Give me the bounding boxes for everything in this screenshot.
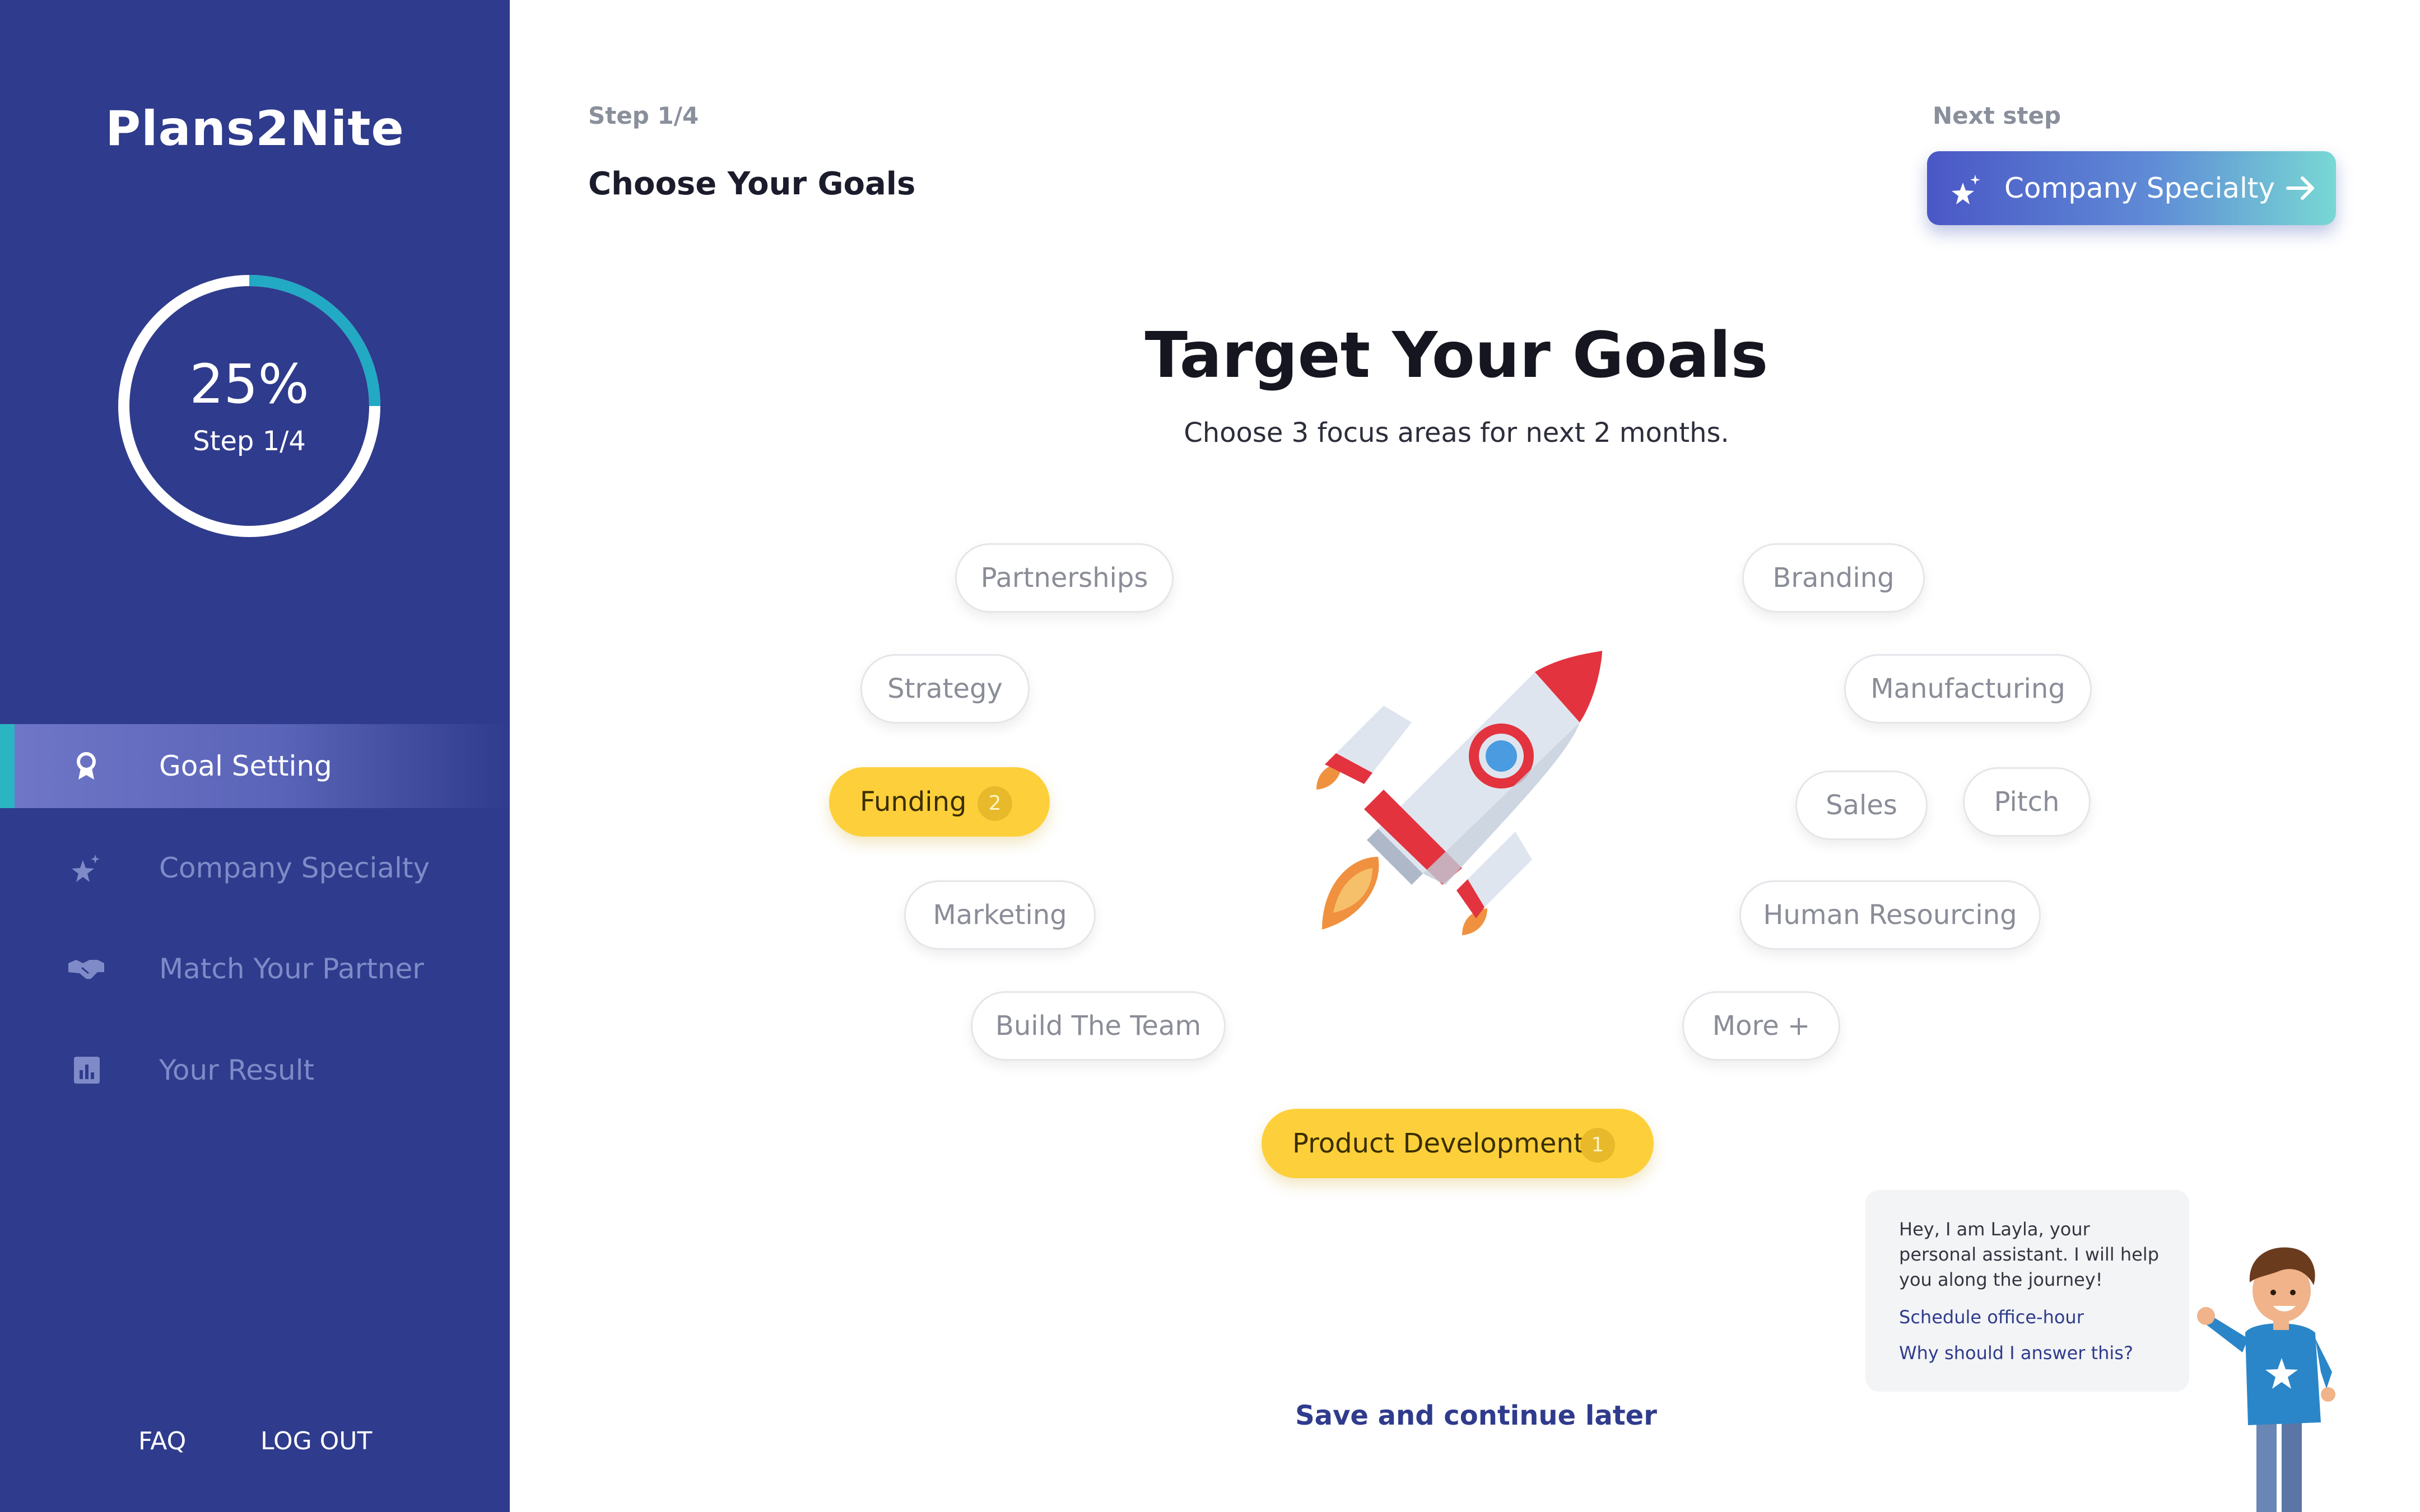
award-icon — [77, 752, 96, 780]
goal-chip-pitch[interactable]: Pitch — [1963, 767, 2091, 837]
goal-chip-manufacturing[interactable]: Manufacturing — [1844, 654, 2092, 724]
goal-chip-label: Build The Team — [995, 1010, 1202, 1042]
sidebar-item-label: Company Specialty — [159, 852, 430, 884]
goal-chip-sales[interactable]: Sales — [1795, 771, 1928, 840]
active-indicator — [0, 724, 15, 808]
goal-chip-human-resourcing[interactable]: Human Resourcing — [1739, 880, 2041, 950]
assistant-message: Hey, I am Layla, your personal assistant… — [1899, 1219, 2159, 1290]
main-subtitle: Choose 3 focus areas for next 2 months. — [1184, 417, 1729, 449]
bar-chart-icon — [74, 1057, 100, 1084]
sidebar-item-label: Match Your Partner — [159, 953, 424, 985]
sidebar-item-label: Your Result — [159, 1054, 315, 1086]
goal-chip-strategy[interactable]: Strategy — [860, 654, 1030, 724]
progress-ring: 25% Step 1/4 — [115, 272, 384, 540]
next-step-button[interactable]: Company Specialty — [1927, 151, 2336, 225]
logout-link[interactable]: LOG OUT — [260, 1427, 372, 1455]
progress-step-label: Step 1/4 — [193, 426, 306, 457]
goal-chip-marketing[interactable]: Marketing — [904, 880, 1096, 950]
rocket-illustration — [1316, 651, 1602, 935]
goal-chip-funding[interactable]: Funding 2 — [829, 767, 1050, 837]
why-answer-link[interactable]: Why should I answer this? — [1899, 1342, 2133, 1364]
goal-chip-build-the-team[interactable]: Build The Team — [971, 991, 1226, 1061]
sparkle-star-icon — [1952, 175, 1980, 204]
selection-order-badge: 1 — [1580, 1128, 1615, 1163]
assistant-chat-bubble: Hey, I am Layla, your personal assistant… — [1865, 1190, 2189, 1392]
step-label: Step 1/4 — [588, 102, 699, 129]
goal-chip-label: More + — [1712, 1010, 1811, 1042]
goal-chip-label: Sales — [1826, 790, 1897, 821]
goal-chip-partnerships[interactable]: Partnerships — [955, 543, 1174, 613]
sparkle-star-icon — [72, 855, 100, 882]
main-title: Target Your Goals — [1144, 319, 1769, 392]
faq-link[interactable]: FAQ — [138, 1427, 186, 1455]
goal-chip-label: Manufacturing — [1870, 673, 2065, 704]
progress-percent: 25% — [189, 353, 309, 416]
goal-chip-label: Branding — [1772, 562, 1895, 594]
page-title: Choose Your Goals — [588, 166, 916, 202]
assistant-avatar — [2197, 1247, 2335, 1512]
goal-chip-label: Partnerships — [980, 562, 1148, 594]
save-and-continue-later-link[interactable]: Save and continue later — [1176, 1400, 1776, 1431]
sidebar: Plans2Nite 25% Step 1/4 Goal Setting Com… — [0, 0, 510, 1512]
handshake-icon — [68, 960, 104, 979]
arrow-right-icon — [2286, 176, 2314, 200]
sidebar-item-label: Goal Setting — [159, 750, 332, 782]
goal-chip-label: Pitch — [1994, 786, 2060, 818]
goal-chip-branding[interactable]: Branding — [1742, 543, 1925, 613]
goal-chip-label: Product Development — [1292, 1128, 1584, 1159]
selection-order-badge: 2 — [978, 786, 1012, 821]
next-step-label: Next step — [1933, 102, 2061, 129]
schedule-office-hour-link[interactable]: Schedule office-hour — [1899, 1306, 2084, 1328]
app-root: Plans2Nite 25% Step 1/4 Goal Setting Com… — [0, 0, 2420, 1512]
sidebar-item-goal-setting[interactable]: Goal Setting — [0, 724, 510, 808]
sidebar-item-match-your-partner[interactable]: Match Your Partner — [0, 927, 510, 1011]
goal-chip-product-development[interactable]: Product Development 1 — [1262, 1109, 1654, 1178]
sidebar-item-your-result[interactable]: Your Result — [0, 1028, 510, 1112]
goal-chip-label: Marketing — [933, 899, 1067, 931]
goal-chip-more[interactable]: More + — [1682, 991, 1840, 1061]
brand-logo: Plans2Nite — [105, 101, 404, 157]
goal-chip-label: Human Resourcing — [1763, 899, 2017, 931]
goal-chip-label: Strategy — [887, 673, 1003, 704]
sidebar-item-company-specialty[interactable]: Company Specialty — [0, 826, 510, 910]
next-step-button-label: Company Specialty — [2004, 172, 2275, 204]
goal-chip-label: Funding — [860, 786, 967, 818]
